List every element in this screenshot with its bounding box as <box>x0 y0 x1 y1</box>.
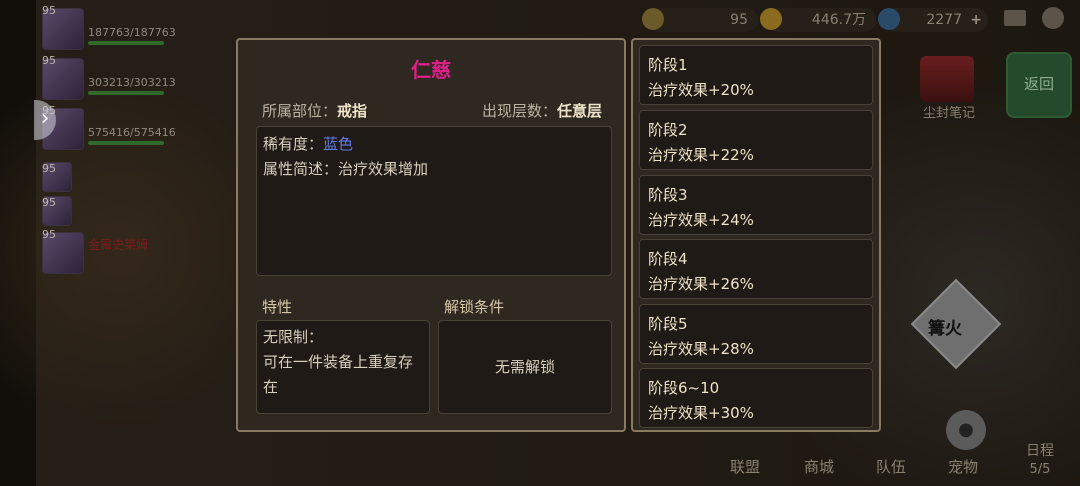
party-member[interactable]: 95 575416/575416 <box>40 104 180 152</box>
paw-icon[interactable]: ● <box>946 410 986 450</box>
mail-icon[interactable] <box>1004 10 1026 26</box>
slot-info: 所属部位：戒指 <box>262 102 368 120</box>
trait-box: 无限制： 可在一件装备上重复存 在 <box>256 320 430 414</box>
book-icon[interactable] <box>920 56 974 102</box>
unlock-box: 无需解锁 <box>438 320 612 414</box>
stage-item: 阶段1 治疗效果+20% <box>639 45 873 105</box>
stage-item: 阶段2 治疗效果+22% <box>639 110 873 170</box>
unlock-heading: 解锁条件 <box>444 298 505 316</box>
resource-bar: 95 446.7万 2277 + <box>640 4 1080 32</box>
trait-heading: 特性 <box>262 298 293 316</box>
hp-bar <box>88 41 164 45</box>
book-label: 尘封笔记 <box>922 106 975 121</box>
stage-item: 阶段3 治疗效果+24% <box>639 175 873 235</box>
coin-icon <box>760 8 782 30</box>
return-button[interactable]: 返回 <box>1006 52 1072 118</box>
hp-bar <box>88 141 164 145</box>
wheat-icon <box>642 8 664 30</box>
nav-pet[interactable]: 宠物 <box>948 456 978 477</box>
stamina-counter: 95 <box>642 8 758 32</box>
party-list: 95 187763/187763 95 303213/303213 95 575… <box>40 0 180 290</box>
bottom-nav: 联盟 商城 队伍 宠物 <box>710 456 1000 480</box>
party-member[interactable]: 95 303213/303213 <box>40 54 180 102</box>
bonfire-label: 篝火 <box>928 319 962 339</box>
gear-icon[interactable] <box>1042 7 1064 29</box>
hp-bar <box>88 91 164 95</box>
floor-info: 出现层数：任意层 <box>481 102 602 120</box>
summary-line: 属性简述：治疗效果增加 <box>263 160 429 178</box>
stage-item: 阶段4 治疗效果+26% <box>639 239 873 299</box>
item-title: 仁慈 <box>411 58 451 82</box>
gold-counter: 446.7万 <box>760 8 876 32</box>
nav-team[interactable]: 队伍 <box>876 456 906 477</box>
gem-counter[interactable]: 2277 + <box>878 8 988 32</box>
party-member[interactable]: 95 <box>40 162 180 192</box>
party-member[interactable]: 95 187763/187763 <box>40 4 180 52</box>
schedule-count: 5/5 <box>1029 462 1051 477</box>
gem-icon <box>878 8 900 30</box>
stage-list: 阶段1 治疗效果+20% 阶段2 治疗效果+22% 阶段3 治疗效果+24% 阶… <box>631 38 881 432</box>
party-member[interactable]: 95 <box>40 196 180 226</box>
nav-schedule[interactable]: 日程 <box>1010 440 1070 460</box>
item-detail-dialog: 仁慈 所属部位：戒指 出现层数：任意层 稀有度：蓝色 属性简述：治疗效果增加 特… <box>236 38 626 432</box>
rarity-line: 稀有度：蓝色 <box>263 135 354 153</box>
stage-item: 阶段5 治疗效果+28% <box>639 304 873 364</box>
party-member[interactable]: 95 金属史莱姆 <box>40 228 180 276</box>
nav-shop[interactable]: 商城 <box>804 456 834 477</box>
nav-alliance[interactable]: 联盟 <box>730 456 760 477</box>
plus-icon[interactable]: + <box>970 8 982 32</box>
stage-item: 阶段6~10 治疗效果+30% <box>639 368 873 428</box>
description-box: 稀有度：蓝色 属性简述：治疗效果增加 <box>256 126 612 276</box>
